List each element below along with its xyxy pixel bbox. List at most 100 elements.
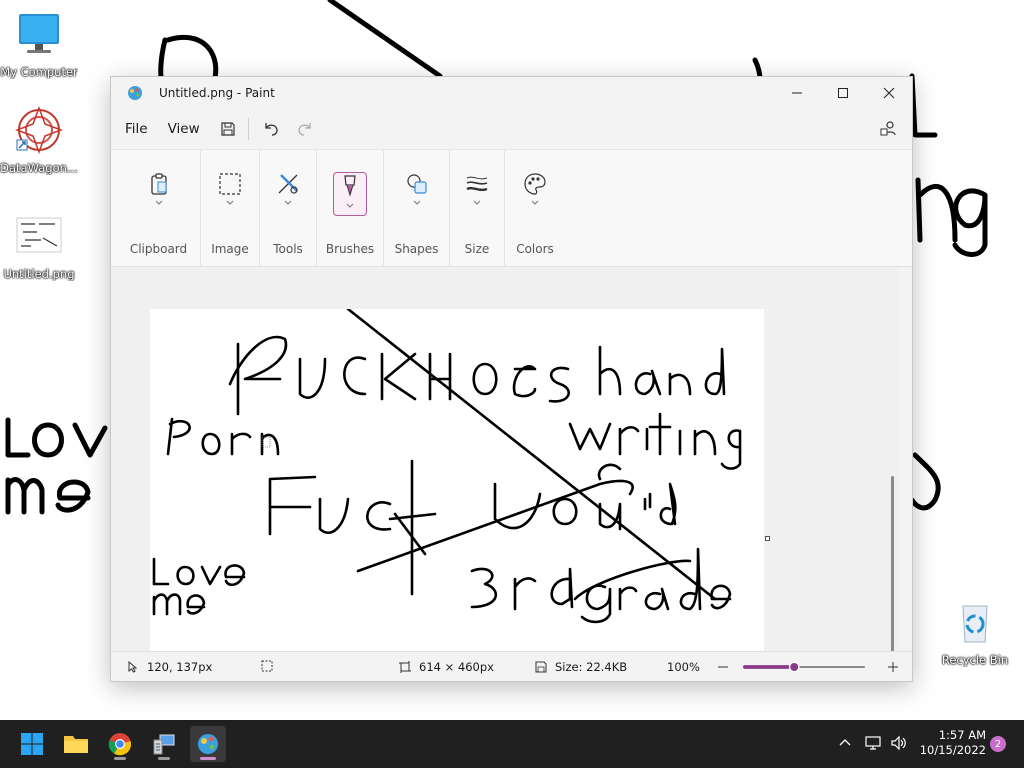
minimize-button[interactable] [774, 77, 820, 109]
network-icon [865, 736, 881, 750]
ribbon-group-size[interactable]: Size [450, 150, 505, 266]
chevron-down-icon [473, 200, 481, 205]
redo-button[interactable] [289, 113, 321, 145]
ribbon-group-label: Shapes [394, 242, 439, 256]
people-icon [880, 121, 896, 136]
file-size-text: Size: 22.4KB [555, 660, 628, 674]
cursor-icon [128, 661, 138, 673]
clock-date: 10/15/2022 [919, 743, 986, 757]
desktop-icon-label: Recycle Bin [941, 653, 1009, 667]
ribbon-group-label: Brushes [325, 242, 375, 256]
chevron-down-icon [155, 200, 162, 205]
menu-view[interactable]: View [158, 115, 210, 143]
windows-logo-icon [21, 733, 43, 755]
minimize-icon [792, 92, 802, 94]
desktop-icon-label: My Computer [0, 65, 78, 79]
ribbon-group-label: Image [211, 242, 249, 256]
folder-icon [64, 736, 88, 753]
paint-window: Untitled.png - Paint File View Clipboard… [110, 76, 913, 682]
clipboard-icon [142, 172, 176, 216]
start-button[interactable] [14, 726, 50, 762]
menu-file[interactable]: File [115, 115, 158, 143]
drawing-canvas[interactable] [150, 309, 764, 652]
image-thumbnail-icon [16, 217, 62, 253]
canvas-dimensions: 614 × 460px [399, 660, 494, 674]
ribbon-group-image[interactable]: Image [201, 150, 260, 266]
taskbar-paint[interactable] [190, 726, 226, 762]
taskbar-file-explorer[interactable] [58, 726, 94, 762]
vertical-scrollbar[interactable] [891, 476, 894, 652]
zoom-out-button[interactable] [717, 661, 737, 673]
account-button[interactable] [872, 113, 904, 145]
running-indicator [158, 757, 170, 760]
zoom-slider-track [743, 661, 865, 673]
desktop-icon-datawagon[interactable]: DataWagon... [0, 105, 78, 175]
clock[interactable]: 1:57 AM 10/15/2022 [920, 728, 986, 758]
canvas-size-icon [399, 661, 411, 673]
plus-icon [888, 662, 898, 672]
tray-overflow-button[interactable] [838, 736, 852, 753]
chevron-up-icon [839, 739, 851, 746]
ribbon-group-brushes[interactable]: Brushes [317, 150, 384, 266]
taskbar-remote-app[interactable] [146, 726, 182, 762]
ribbon-group-colors[interactable]: Colors [505, 150, 565, 266]
zoom-slider-thumb[interactable] [788, 661, 800, 673]
active-indicator [200, 757, 216, 760]
canvas-resize-handle[interactable] [765, 536, 770, 541]
chevron-down-icon [284, 200, 292, 205]
chevron-down-icon [346, 203, 354, 208]
canvas-area[interactable] [111, 268, 899, 652]
taskbar-chrome[interactable] [102, 726, 138, 762]
desktop-icon-recycle-bin[interactable]: Recycle Bin [936, 598, 1014, 667]
undo-button[interactable] [255, 113, 287, 145]
canvas-dimensions-text: 614 × 460px [419, 660, 494, 674]
zoom-in-button[interactable] [887, 661, 907, 673]
zoom-slider[interactable] [743, 660, 873, 674]
selection-icon [261, 660, 273, 672]
desktop-icon-my-computer[interactable]: My Computer [0, 10, 78, 79]
paint-app-icon [128, 86, 142, 100]
cursor-position-text: 120, 137px [147, 660, 213, 674]
chrome-icon [108, 733, 132, 756]
notification-badge[interactable]: 2 [990, 736, 1006, 752]
status-bar: 120, 137px 614 × 460px Size: 22.4KB 100% [111, 651, 912, 681]
cursor-position: 120, 137px [127, 660, 212, 674]
desktop-icon-label: DataWagon... [0, 161, 78, 175]
paint-app-icon [198, 734, 218, 754]
monitor-icon [19, 14, 59, 53]
ribbon-group-label: Tools [273, 242, 303, 256]
ribbon-group-clipboard[interactable]: Clipboard [117, 150, 201, 266]
desktop-icon-untitled-png[interactable]: Untitled.png [0, 212, 78, 281]
zoom-slider-fill [743, 665, 795, 669]
selection-size [261, 660, 281, 672]
save-icon [221, 122, 235, 136]
size-icon [460, 172, 494, 216]
selection-icon [213, 172, 247, 216]
ribbon-group-label: Colors [516, 242, 554, 256]
window-title: Untitled.png - Paint [159, 86, 275, 100]
running-indicator [114, 757, 126, 760]
close-button[interactable] [866, 77, 912, 109]
ribbon-group-tools[interactable]: Tools [260, 150, 317, 266]
taskbar: 1:57 AM 10/15/2022 2 [0, 720, 1024, 768]
ribbon-group-label: Size [464, 242, 490, 256]
save-button[interactable] [212, 113, 244, 145]
ribbon-group-shapes[interactable]: Shapes [384, 150, 450, 266]
maximize-button[interactable] [820, 77, 866, 109]
maximize-icon [838, 88, 848, 98]
title-bar[interactable]: Untitled.png - Paint [111, 77, 912, 109]
ribbon-toolbar: Clipboard Image Tools Brushes Shapes Siz… [111, 149, 912, 267]
network-status[interactable] [864, 735, 882, 754]
shapes-icon [400, 172, 434, 216]
chevron-down-icon [413, 200, 420, 205]
remote-desktop-icon [153, 734, 175, 755]
ribbon-group-label: Clipboard [129, 242, 188, 256]
chevron-down-icon [226, 200, 234, 205]
close-icon [883, 87, 895, 99]
zoom-level-text: 100% [667, 660, 700, 674]
chevron-down-icon [531, 200, 539, 205]
redo-icon [297, 123, 311, 136]
tools-icon [271, 172, 305, 216]
volume-status[interactable] [890, 735, 908, 754]
save-icon [535, 661, 547, 673]
